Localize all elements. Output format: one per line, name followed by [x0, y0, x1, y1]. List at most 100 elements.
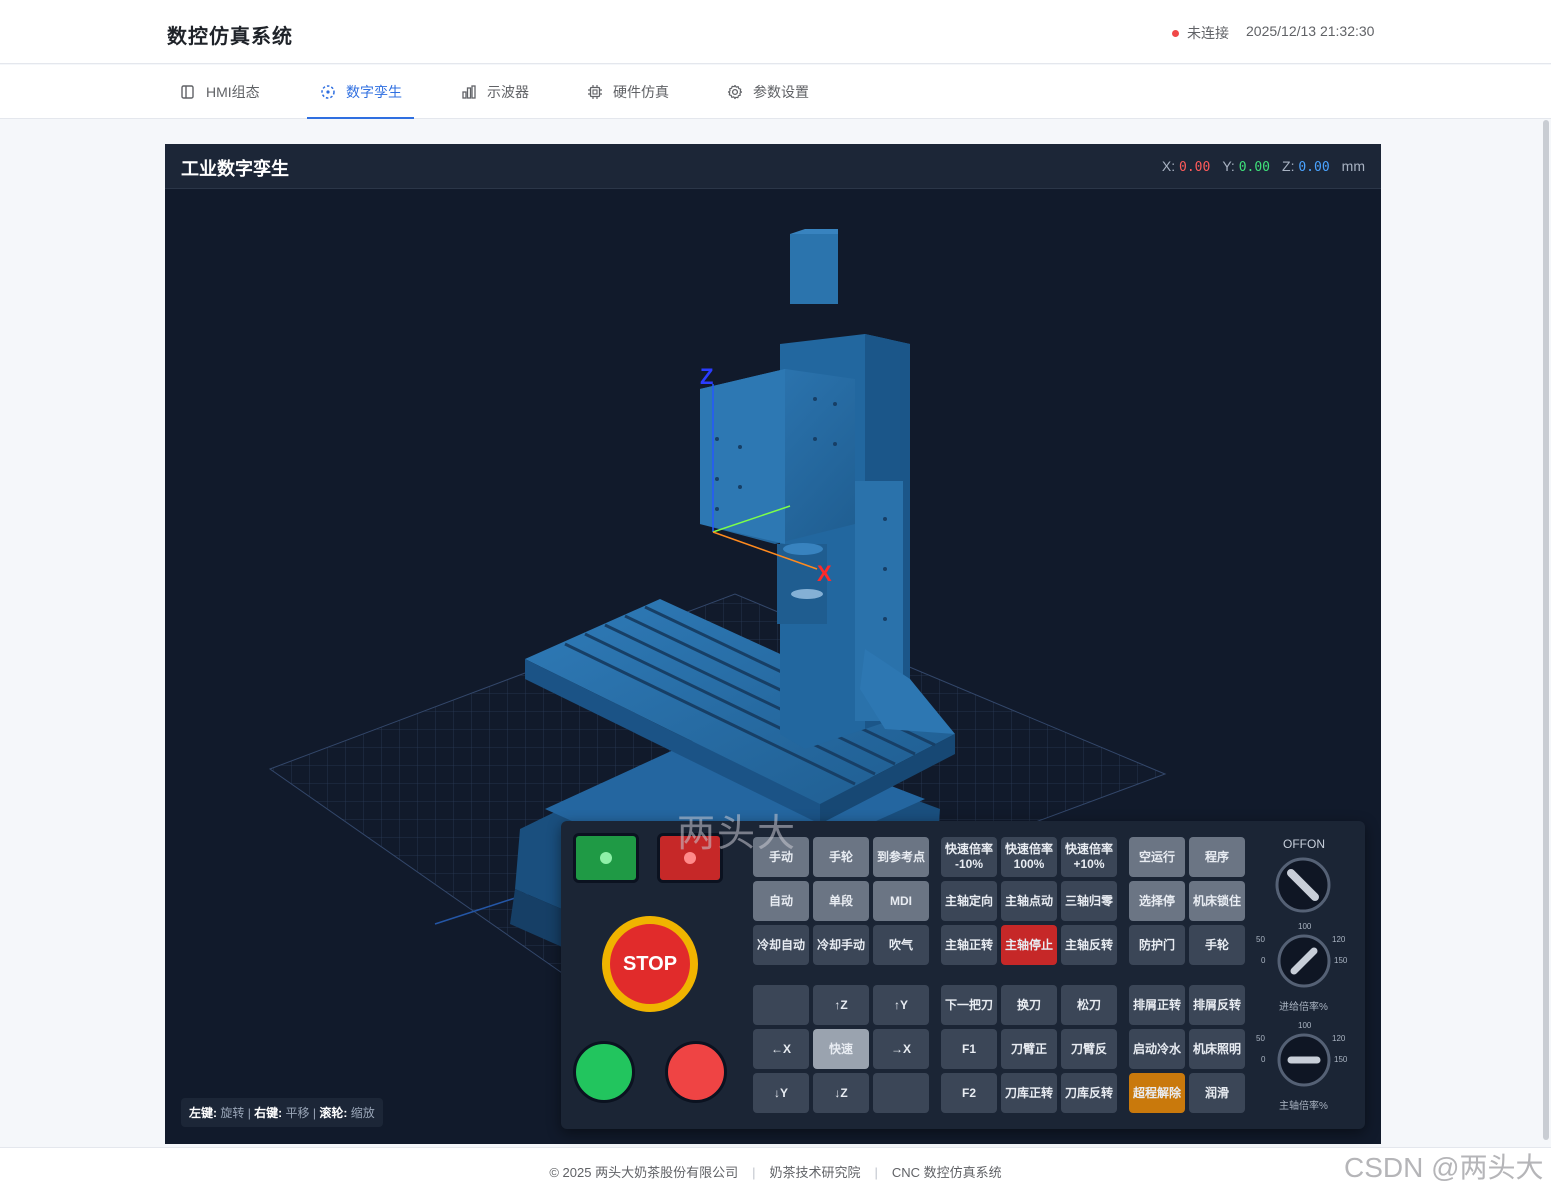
- footer-sep: |: [874, 1165, 878, 1180]
- footer-institute: 奶茶技术研究院: [769, 1165, 861, 1180]
- power-off-button[interactable]: [665, 1041, 727, 1103]
- machine-control-panel: STOP 手动 手轮 到参考点 自动 单段 MDI 冷却自动 冷却手动 吹气 快速倍率 -10% 快…: [561, 821, 1365, 1129]
- panel-key-e-1-1[interactable]: 刀臂正: [1001, 1029, 1057, 1069]
- panel-key-a-1-1[interactable]: 单段: [813, 881, 869, 921]
- panel-key-b-1-1[interactable]: 主轴点动: [1001, 881, 1057, 921]
- power-switch-knob[interactable]: [1274, 856, 1332, 914]
- tab-digital-twin[interactable]: 数字孪生: [307, 65, 414, 119]
- panel-key-f-2-1[interactable]: 润滑: [1189, 1073, 1245, 1113]
- panel-key-e-1-2[interactable]: 刀臂反: [1061, 1029, 1117, 1069]
- panel-key-c-2-0[interactable]: 防护门: [1129, 925, 1185, 965]
- panel-key-c-1-0[interactable]: 选择停: [1129, 881, 1185, 921]
- panel-key-e-0-1[interactable]: 换刀: [1001, 985, 1057, 1025]
- panel-key-f-2-0[interactable]: 超程解除: [1129, 1073, 1185, 1113]
- panel-key-a-2-1[interactable]: 冷却手动: [813, 925, 869, 965]
- panel-key-d-2-2[interactable]: [873, 1073, 929, 1113]
- axis-label-z: Z: [700, 364, 713, 389]
- feed-dial-150: 150: [1334, 956, 1348, 965]
- footer-sep: |: [752, 1165, 756, 1180]
- panel-key-e-2-0[interactable]: F2: [941, 1073, 997, 1113]
- twin-title: 工业数字孪生: [181, 159, 289, 179]
- hint-sep: |: [312, 1106, 316, 1120]
- panel-key-b-2-2[interactable]: 主轴反转: [1061, 925, 1117, 965]
- footer: © 2025 两头大奶茶股份有限公司 | 奶茶技术研究院 | CNC 数控仿真系统: [0, 1147, 1551, 1192]
- panel-key-a-1-0[interactable]: 自动: [753, 881, 809, 921]
- panel-key-c-0-0[interactable]: 空运行: [1129, 837, 1185, 877]
- tab-hardware-sim[interactable]: 硬件仿真: [587, 65, 669, 119]
- panel-key-b-1-0[interactable]: 主轴定向: [941, 881, 997, 921]
- panel-key-b-0-0[interactable]: 快速倍率 -10%: [941, 837, 997, 877]
- spindle-dial-100: 100: [1298, 1021, 1312, 1030]
- spindle-dial-50: 50: [1256, 1034, 1265, 1043]
- panel-key-a-2-0[interactable]: 冷却自动: [753, 925, 809, 965]
- hint-wheel-key: 滚轮:: [319, 1106, 348, 1120]
- panel-key-a-2-2[interactable]: 吹气: [873, 925, 929, 965]
- panel-key-c-2-1[interactable]: 手轮: [1189, 925, 1245, 965]
- panel-key-d-2-0[interactable]: ↓Y: [753, 1073, 809, 1113]
- footer-system: CNC 数控仿真系统: [891, 1165, 1002, 1180]
- axis-label-x: X: [817, 561, 832, 586]
- power-on-button[interactable]: [573, 1041, 635, 1103]
- offon-label: OFFON: [1283, 837, 1325, 851]
- y-coord-label: Y:: [1222, 158, 1235, 174]
- footer-line: © 2025 两头大奶茶股份有限公司 | 奶茶技术研究院 | CNC 数控仿真系统: [0, 1162, 1551, 1181]
- panel-key-e-0-2[interactable]: 松刀: [1061, 985, 1117, 1025]
- tab-label: 示波器: [487, 84, 529, 100]
- twin-icon: [321, 85, 335, 99]
- x-coord-value: 0.00: [1179, 160, 1211, 175]
- cycle-start-button[interactable]: [573, 833, 639, 883]
- bar-chart-icon: [462, 85, 476, 99]
- panel-key-e-0-0[interactable]: 下一把刀: [941, 985, 997, 1025]
- tab-oscilloscope[interactable]: 示波器: [461, 65, 529, 119]
- watermark-text: 两头大: [677, 813, 798, 855]
- panel-key-e-2-2[interactable]: 刀库反转: [1061, 1073, 1117, 1113]
- layout-icon: [181, 85, 194, 99]
- panel-key-f-1-1[interactable]: 机床照明: [1189, 1029, 1245, 1069]
- panel-key-e-2-1[interactable]: 刀库正转: [1001, 1073, 1057, 1113]
- z-coord: Z: 0.00: [1282, 158, 1330, 175]
- panel-key-a-1-2[interactable]: MDI: [873, 881, 929, 921]
- panel-key-b-0-1[interactable]: 快速倍率 100%: [1001, 837, 1057, 877]
- panel-key-d-0-0[interactable]: [753, 985, 809, 1025]
- datetime: 2025/12/13 21:32:30: [1246, 23, 1375, 39]
- panel-key-d-2-1[interactable]: ↓Z: [813, 1073, 869, 1113]
- tab-settings[interactable]: 参数设置: [727, 65, 809, 119]
- hint-sep: |: [247, 1106, 251, 1120]
- panel-key-f-1-0[interactable]: 启动冷水: [1129, 1029, 1185, 1069]
- y-coord: Y: 0.00: [1222, 158, 1270, 175]
- panel-key-d-0-2[interactable]: ↑Y: [873, 985, 929, 1025]
- tab-label: HMI组态: [206, 84, 260, 100]
- panel-key-d-1-0[interactable]: ←X: [753, 1029, 809, 1069]
- panel-key-b-2-0[interactable]: 主轴正转: [941, 925, 997, 965]
- panel-key-b-0-2[interactable]: 快速倍率 +10%: [1061, 837, 1117, 877]
- panel-key-f-0-0[interactable]: 排屑正转: [1129, 985, 1185, 1025]
- panel-key-a-0-2[interactable]: 到参考点: [873, 837, 929, 877]
- panel-key-c-0-1[interactable]: 程序: [1189, 837, 1245, 877]
- panel-key-c-1-1[interactable]: 机床锁住: [1189, 881, 1245, 921]
- panel-key-a-0-1[interactable]: 手轮: [813, 837, 869, 877]
- x-coord: X: 0.00: [1162, 158, 1210, 175]
- gear-icon: [727, 84, 743, 100]
- hint-right-action: 平移: [285, 1106, 310, 1120]
- spindle-override-dial[interactable]: [1276, 1032, 1332, 1088]
- page-scrollbar[interactable]: [1543, 120, 1549, 1140]
- csdn-watermark: CSDN @两头大: [1344, 1152, 1544, 1183]
- status-dot-icon: [1172, 29, 1179, 37]
- tab-hmi[interactable]: HMI组态: [180, 65, 260, 119]
- panel-key-d-0-1[interactable]: ↑Z: [813, 985, 869, 1025]
- panel-key-f-0-1[interactable]: 排屑反转: [1189, 985, 1245, 1025]
- app-header: 数控仿真系统 未连接 2025/12/13 21:32:30: [0, 0, 1551, 64]
- x-coord-label: X:: [1161, 158, 1176, 174]
- feed-override-dial[interactable]: [1276, 933, 1332, 989]
- panel-key-b-1-2[interactable]: 三轴归零: [1061, 881, 1117, 921]
- emergency-stop-button[interactable]: STOP: [602, 916, 698, 1012]
- coordinate-readout: X: 0.00 Y: 0.00 Z: 0.00 mm: [1162, 158, 1365, 175]
- panel-key-e-1-0[interactable]: F1: [941, 1029, 997, 1069]
- tab-bar: HMI组态 数字孪生 示波器 硬件仿真 参数设置: [0, 65, 1551, 119]
- spindle-dial-120: 120: [1332, 1034, 1346, 1043]
- footer-copyright: © 2025 两头大奶茶股份有限公司: [549, 1165, 739, 1180]
- panel-key-b-2-1[interactable]: 主轴停止: [1001, 925, 1057, 965]
- panel-key-d-1-2[interactable]: →X: [873, 1029, 929, 1069]
- panel-key-d-1-1[interactable]: 快速: [813, 1029, 869, 1069]
- spindle-override-label: 主轴倍率%: [1279, 1101, 1328, 1112]
